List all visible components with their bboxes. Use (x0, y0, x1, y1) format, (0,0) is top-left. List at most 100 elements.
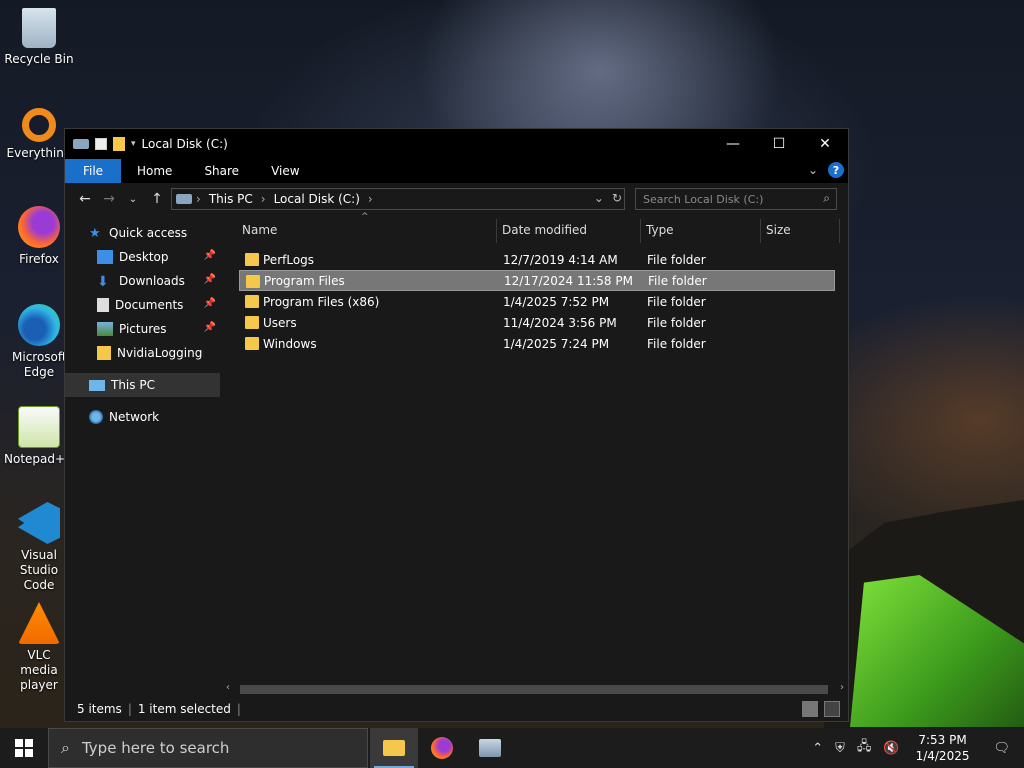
status-bar: 5 items | 1 item selected | (65, 697, 848, 721)
volume-muted-icon[interactable]: 🔇 (877, 741, 905, 756)
search-input[interactable]: Search Local Disk (C:) ⌕ (635, 188, 837, 210)
column-divider[interactable] (839, 219, 840, 243)
navigation-bar: ← → ⌄ ↑ › This PC › Local Disk (C:) › ⌄ … (65, 183, 848, 215)
sidebar-item-nvidialogging[interactable]: NvidiaLogging (65, 341, 220, 365)
vlc-cone-icon (18, 602, 60, 644)
clock-date: 1/4/2025 (915, 749, 970, 763)
file-type: File folder (647, 336, 706, 351)
scroll-right-icon[interactable]: › (840, 682, 844, 693)
item-count: 5 items (77, 702, 122, 716)
taskbar-search-placeholder: Type here to search (81, 739, 230, 757)
recent-locations-button[interactable]: ⌄ (121, 194, 145, 205)
back-button[interactable]: ← (73, 191, 97, 207)
minimize-button[interactable]: — (710, 129, 756, 159)
pin-icon[interactable]: 📌 (204, 274, 216, 285)
taskbar-app-firefox[interactable] (418, 728, 466, 768)
tab-home[interactable]: Home (121, 159, 188, 183)
sidebar-item-downloads[interactable]: ⬇ Downloads 📌 (65, 269, 220, 293)
details-view-icon[interactable] (802, 701, 818, 717)
pin-icon[interactable]: 📌 (204, 250, 216, 261)
file-list: ^ Name Date modified Type Size PerfLogs … (222, 212, 848, 695)
up-button[interactable]: ↑ (145, 191, 169, 207)
sidebar-item-network[interactable]: Network (65, 405, 220, 429)
sidebar-item-documents[interactable]: Documents 📌 (65, 293, 220, 317)
address-history-icon[interactable]: ⌄ (594, 191, 604, 205)
firefox-icon (18, 206, 60, 248)
breadcrumb-local-disk[interactable]: Local Disk (C:) (270, 192, 364, 206)
windows-logo-icon (15, 739, 33, 757)
expand-ribbon-icon[interactable]: ⌄ (808, 163, 818, 177)
sidebar-item-label: Pictures (119, 322, 167, 336)
column-header-date[interactable]: Date modified (502, 223, 587, 237)
title-bar[interactable]: ▾ Local Disk (C:) — ☐ ✕ (65, 129, 848, 159)
document-icon (97, 298, 109, 312)
start-button[interactable] (0, 728, 48, 768)
navigation-pane: ★ Quick access Desktop 📌 ⬇ Downloads 📌 D… (65, 215, 220, 693)
search-placeholder: Search Local Disk (C:) (643, 192, 764, 206)
recycle-bin-icon (22, 8, 56, 48)
search-icon: ⌕ (823, 191, 830, 205)
sidebar-item-this-pc[interactable]: This PC (65, 373, 220, 397)
pin-icon[interactable]: 📌 (204, 322, 216, 333)
notifications-icon[interactable]: 🗨 (979, 741, 1024, 756)
vscode-icon (18, 502, 60, 544)
table-row[interactable]: Windows 1/4/2025 7:24 PM File folder (239, 333, 835, 354)
scroll-left-icon[interactable]: ‹ (226, 682, 230, 693)
properties-icon[interactable] (95, 138, 107, 150)
sidebar-item-pictures[interactable]: Pictures 📌 (65, 317, 220, 341)
new-folder-icon[interactable] (113, 137, 125, 151)
taskbar-search-box[interactable]: ⌕ Type here to search (48, 728, 368, 768)
file-explorer-window: ▾ Local Disk (C:) — ☐ ✕ File Home Share … (64, 128, 849, 722)
ribbon-right: ⌄ ? (808, 162, 844, 178)
refresh-icon[interactable]: ↻ (612, 191, 622, 205)
network-tray-icon[interactable]: 🖧 (851, 737, 878, 759)
close-button[interactable]: ✕ (802, 129, 848, 159)
drive-icon (73, 139, 89, 149)
pin-icon[interactable]: 📌 (204, 298, 216, 309)
column-header-size[interactable]: Size (766, 223, 791, 237)
taskbar-app-file-explorer[interactable] (370, 728, 418, 768)
desktop-icon-recycle-bin[interactable]: Recycle Bin (4, 8, 74, 67)
column-divider[interactable] (496, 219, 497, 243)
chevron-down-icon[interactable]: ▾ (131, 139, 136, 149)
table-row[interactable]: PerfLogs 12/7/2019 4:14 AM File folder (239, 249, 835, 270)
forward-button[interactable]: → (97, 191, 121, 207)
view-switcher (802, 701, 840, 717)
sidebar-item-desktop[interactable]: Desktop 📌 (65, 245, 220, 269)
clock[interactable]: 7:53 PM 1/4/2025 (906, 732, 980, 764)
table-row[interactable]: Program Files (x86) 1/4/2025 7:52 PM Fil… (239, 291, 835, 312)
table-row[interactable]: Users 11/4/2024 3:56 PM File folder (239, 312, 835, 333)
help-button[interactable]: ? (828, 162, 844, 178)
scrollbar-thumb[interactable] (240, 685, 828, 694)
taskbar-app-settings[interactable] (466, 728, 514, 768)
chevron-right-icon: › (196, 192, 201, 206)
address-bar[interactable]: › This PC › Local Disk (C:) › ⌄ ↻ (171, 188, 625, 210)
tab-share[interactable]: Share (188, 159, 255, 183)
column-divider[interactable] (760, 219, 761, 243)
security-icon[interactable]: ⛨ (829, 741, 851, 756)
tab-file[interactable]: File (65, 159, 121, 183)
column-header-type[interactable]: Type (646, 223, 674, 237)
sidebar-item-label: NvidiaLogging (117, 346, 203, 360)
taskbar: ⌕ Type here to search ⌃ ⛨ 🖧 🔇 7:53 PM 1/… (0, 728, 1024, 768)
table-row[interactable]: Program Files 12/17/2024 11:58 PM File f… (239, 270, 835, 291)
folder-icon (97, 346, 111, 360)
folder-icon (383, 740, 405, 756)
tab-view[interactable]: View (255, 159, 315, 183)
file-name: Program Files (264, 273, 345, 288)
sidebar-item-quick-access[interactable]: ★ Quick access (65, 221, 220, 245)
breadcrumb-this-pc[interactable]: This PC (205, 192, 257, 206)
desktop-folder-icon (97, 250, 113, 264)
chevron-right-icon: › (260, 192, 266, 206)
maximize-button[interactable]: ☐ (756, 129, 802, 159)
column-divider[interactable] (640, 219, 641, 243)
file-date: 12/7/2019 4:14 AM (503, 252, 618, 267)
sidebar-item-label: This PC (111, 378, 155, 392)
large-icons-view-icon[interactable] (824, 701, 840, 717)
horizontal-scrollbar[interactable]: ‹ › (222, 682, 848, 696)
sidebar-item-label: Documents (115, 298, 184, 312)
column-header-name[interactable]: Name (242, 223, 277, 237)
sidebar-item-label: Desktop (119, 250, 169, 264)
ribbon-tabs: File Home Share View ⌄ ? (65, 159, 848, 183)
chevron-up-icon[interactable]: ⌃ (806, 741, 829, 756)
